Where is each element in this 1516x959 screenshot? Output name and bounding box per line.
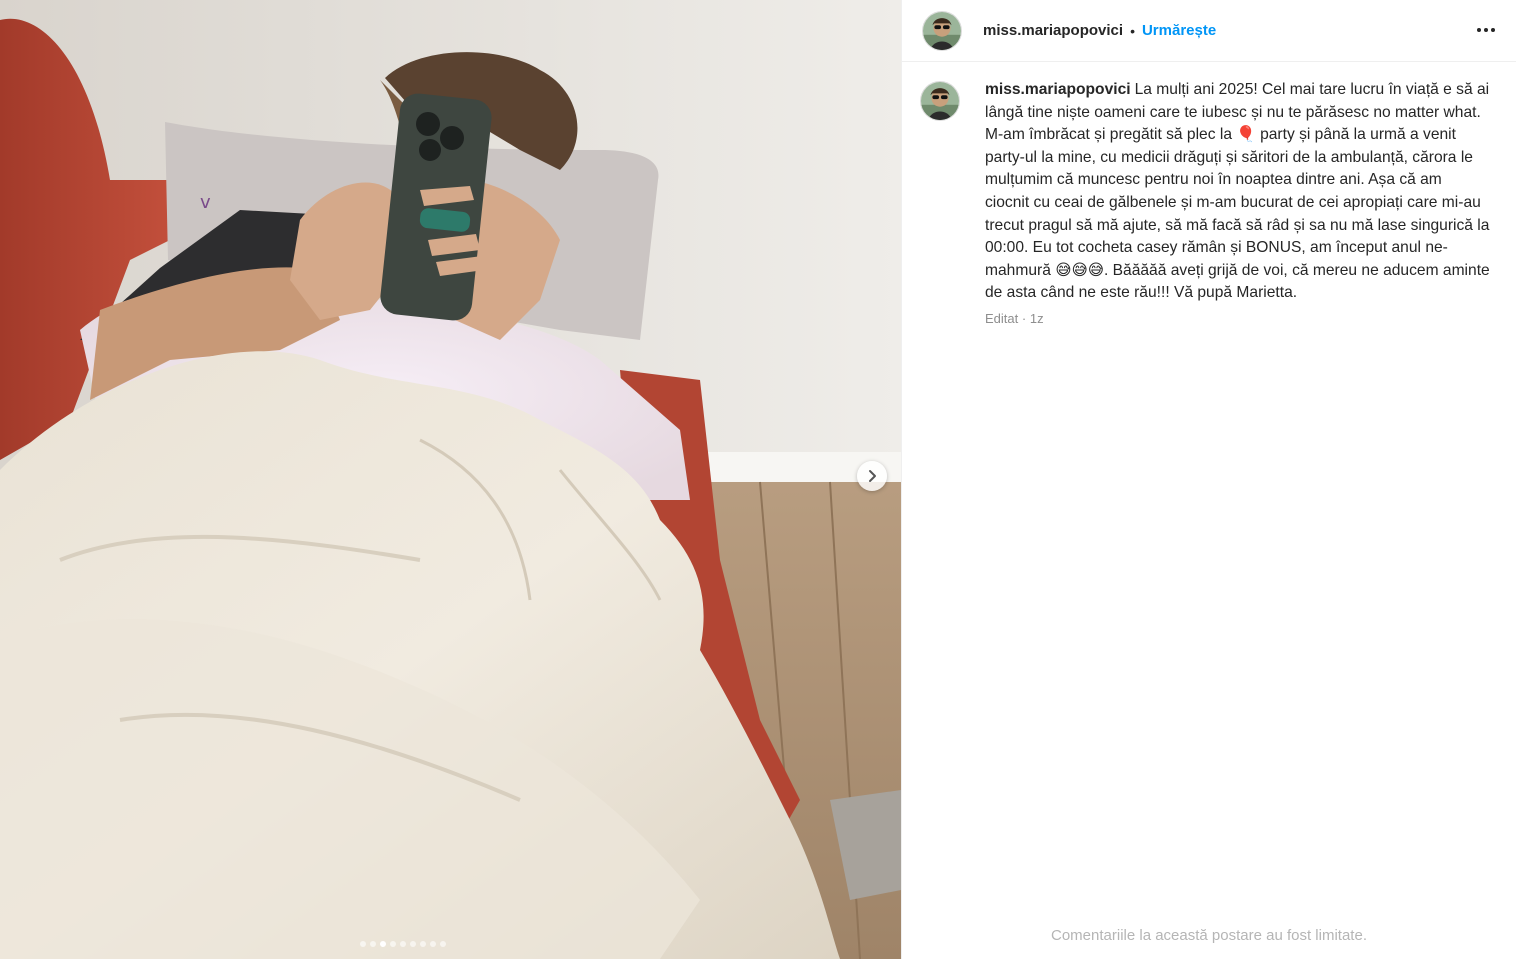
carousel-dot: [410, 941, 416, 947]
caption-avatar[interactable]: [920, 81, 960, 121]
instagram-post: v miss.mariapopovici • Urmărește miss.ma…: [0, 0, 1516, 959]
chevron-right-icon: [869, 470, 876, 482]
header-username[interactable]: miss.mariapopovici: [983, 22, 1123, 39]
meta-separator: ·: [1021, 310, 1027, 326]
follow-button[interactable]: Urmărește: [1142, 22, 1216, 39]
post-time[interactable]: 1z: [1030, 311, 1044, 326]
caption-body: miss.mariapopovici La mulți ani 2025! Cel…: [985, 79, 1490, 326]
carousel-dot: [440, 941, 446, 947]
header-separator: •: [1130, 22, 1135, 39]
caption-text: La mulți ani 2025! Cel mai tare lucru în…: [985, 81, 1490, 302]
carousel-dot: [400, 941, 406, 947]
caption: miss.mariapopovici La mulți ani 2025! Cel…: [985, 79, 1490, 305]
avatar-image: [921, 82, 959, 120]
post-photo: v: [0, 0, 901, 959]
comments-limited-notice: Comentariile la această postare au fost …: [1051, 927, 1367, 944]
avatar[interactable]: [922, 10, 962, 51]
post-meta: Editat · 1z: [985, 311, 1490, 326]
more-options-button[interactable]: [1470, 14, 1502, 46]
carousel-dot-active: [380, 941, 386, 947]
more-horizontal-icon: [1477, 28, 1481, 32]
more-horizontal-icon-dot: [1484, 28, 1488, 32]
svg-text:v: v: [200, 192, 211, 213]
more-horizontal-icon-dot: [1491, 28, 1495, 32]
post-header: miss.mariapopovici • Urmărește: [902, 0, 1516, 62]
carousel-dot: [420, 941, 426, 947]
avatar-image: [923, 11, 961, 50]
carousel-dot: [430, 941, 436, 947]
carousel-next-button[interactable]: [857, 461, 887, 491]
caption-section: miss.mariapopovici La mulți ani 2025! Cel…: [902, 62, 1516, 326]
post-side-panel: miss.mariapopovici • Urmărește miss.mari…: [901, 0, 1516, 959]
carousel-dot: [370, 941, 376, 947]
carousel-dots: [360, 941, 446, 947]
edited-label: Editat: [985, 310, 1019, 326]
caption-username[interactable]: miss.mariapopovici: [985, 81, 1131, 98]
carousel-dot: [360, 941, 366, 947]
post-media: v: [0, 0, 901, 959]
carousel-dot: [390, 941, 396, 947]
